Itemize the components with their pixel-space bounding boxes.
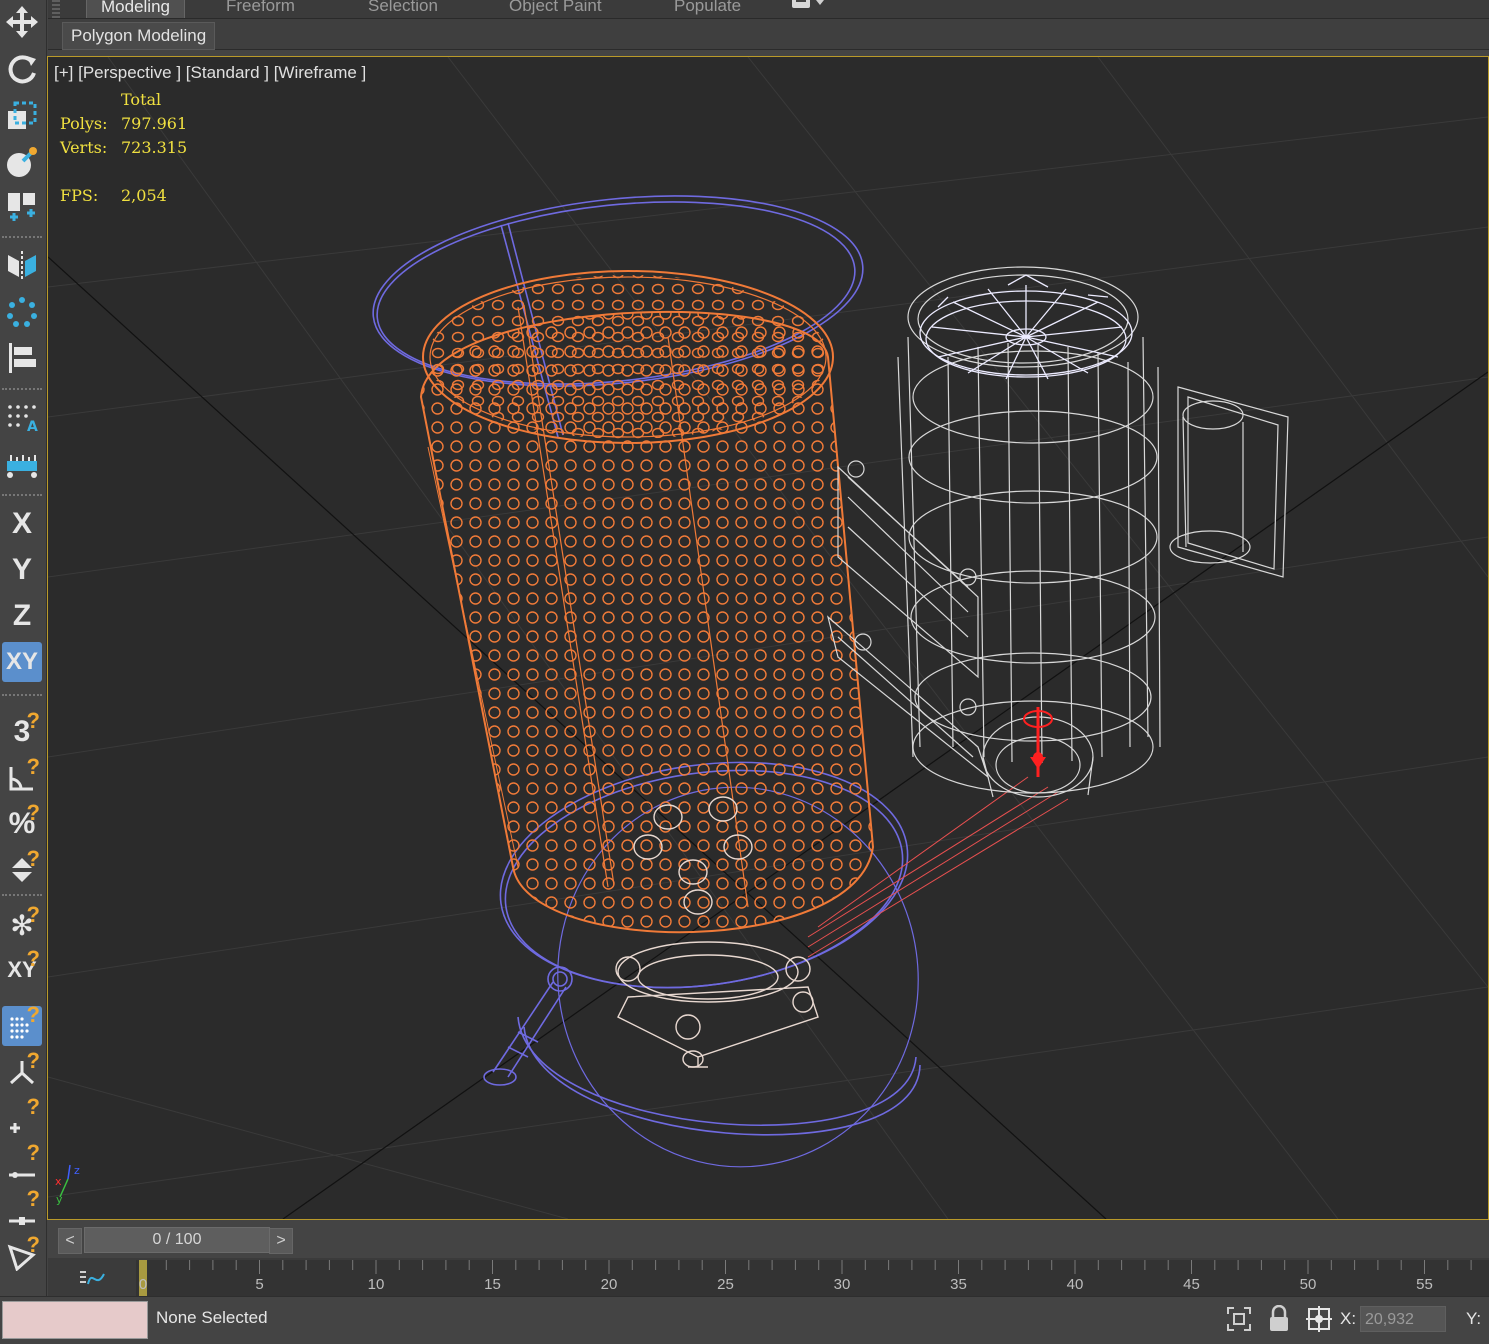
constrain-y-button[interactable]: Y	[2, 550, 42, 590]
timeline-tick-label: 40	[1066, 1276, 1084, 1293]
x-coordinate-field[interactable]: 20,932	[1360, 1306, 1446, 1332]
absolute-mode-icon[interactable]	[1306, 1306, 1332, 1332]
timeline-tick-label: 25	[717, 1276, 734, 1293]
timeline-tick-label: 5	[255, 1276, 264, 1293]
svg-text:x: x	[55, 1175, 62, 1188]
freeze-question-icon: ?	[26, 902, 40, 927]
timeline-tick-label: 35	[950, 1276, 967, 1293]
snap-question-icon: ?	[26, 708, 40, 733]
xy-small-toggle[interactable]: XY?	[2, 946, 42, 990]
fps-label: FPS:	[60, 186, 99, 205]
lock-icon[interactable]	[1268, 1305, 1290, 1333]
toolbar-divider	[2, 236, 42, 238]
verts-label: Verts:	[60, 138, 108, 157]
pivot-snap-toggle[interactable]: ?	[2, 1048, 42, 1092]
timeline-tick-label: 10	[367, 1276, 385, 1293]
y-coordinate-label: Y:	[1466, 1309, 1482, 1328]
midpoint-snap-toggle[interactable]: ?	[2, 1186, 42, 1230]
edge-question-icon: ?	[26, 1140, 40, 1165]
scale-icon[interactable]	[2, 96, 42, 136]
timeline-tick-label: 0	[138, 1276, 148, 1293]
measure-icon[interactable]	[2, 444, 42, 484]
track-timeline[interactable]: 0 5 10 15 20 25 30 35 40 45 50 55	[136, 1260, 1489, 1296]
left-toolbar: A X Y Z XY 3? ? %? ? ✻? XY? ? ? ? ? ? ?	[0, 0, 47, 1300]
timeline-tick-label: 45	[1183, 1276, 1200, 1293]
snaps-grid-icon[interactable]: A	[2, 396, 42, 436]
midpoint-question-icon: ?	[26, 1186, 40, 1211]
mirror-icon[interactable]	[2, 246, 42, 286]
x-coordinate-label: X:	[1340, 1309, 1357, 1328]
ribbon-panel-bar	[48, 19, 1489, 50]
timeline-tick-label: 30	[833, 1276, 851, 1293]
edge-snap-toggle[interactable]: ?	[2, 1140, 42, 1184]
verts-value: 723.315	[121, 138, 188, 157]
face-snap-toggle[interactable]: ?	[2, 1232, 42, 1276]
constrain-z-button[interactable]: Z	[2, 596, 42, 636]
toolbar-divider	[2, 694, 42, 696]
rotate-icon[interactable]	[2, 50, 42, 90]
polys-label: Polys:	[60, 114, 108, 133]
spinner-snap-toggle[interactable]: ?	[2, 846, 42, 890]
spinner-question-icon: ?	[26, 846, 40, 871]
constrain-x-button[interactable]: X	[2, 504, 42, 544]
tab-selection[interactable]: Selection	[368, 0, 438, 17]
svg-text:A: A	[27, 419, 38, 433]
tab-freeform[interactable]: Freeform	[226, 0, 295, 17]
svg-text:z: z	[74, 1164, 80, 1177]
curve-editor-icon[interactable]	[78, 1268, 106, 1290]
selection-status-text: None Selected	[156, 1308, 268, 1327]
polygon-modeling-panel-button[interactable]: Polygon Modeling	[62, 22, 216, 50]
move-icon[interactable]	[2, 2, 42, 42]
isolate-selection-icon[interactable]	[1226, 1306, 1252, 1332]
timeline-tick-label: 55	[1416, 1276, 1433, 1293]
timeline-tick-label: 20	[600, 1276, 618, 1293]
freeze-toggle[interactable]: ✻?	[2, 902, 42, 946]
svg-text:y: y	[56, 1193, 63, 1206]
select-and-link-icon[interactable]	[2, 186, 42, 226]
time-next-button[interactable]: >	[269, 1228, 293, 1254]
toolbar-divider	[2, 494, 42, 496]
polys-value: 797.961	[121, 114, 188, 133]
percent-question-icon: ?	[26, 800, 40, 825]
align-icon[interactable]	[2, 338, 42, 378]
face-question-icon: ?	[26, 1232, 40, 1257]
angle-snap-toggle[interactable]: ?	[2, 754, 42, 798]
ribbon-options-dropdown-icon[interactable]	[790, 0, 826, 12]
place-icon[interactable]	[2, 142, 42, 182]
angle-question-icon: ?	[26, 754, 40, 779]
timeline-tick-label: 50	[1299, 1276, 1317, 1293]
percent-snap-toggle[interactable]: %?	[2, 800, 42, 844]
time-prev-button[interactable]: <	[58, 1228, 82, 1254]
snap-3d-toggle[interactable]: 3?	[2, 708, 42, 752]
tab-populate[interactable]: Populate	[674, 0, 741, 17]
timeline-tick-label: 15	[484, 1276, 501, 1293]
motor-assembly	[826, 266, 1289, 798]
grid-question-icon: ?	[26, 1002, 40, 1027]
ribbon-tab-bar: Modeling Freeform Selection Object Paint…	[48, 0, 1489, 19]
grid-snap-toggle[interactable]: ?	[2, 1002, 42, 1046]
tab-object-paint[interactable]: Object Paint	[509, 0, 602, 17]
constrain-xy-button[interactable]: XY	[2, 642, 42, 682]
drain-pipe	[483, 966, 573, 1086]
axis-tripod-icon: z x y	[55, 1164, 80, 1206]
stats-header: Total	[121, 90, 162, 109]
toolbar-divider	[2, 388, 42, 390]
vertex-snap-toggle[interactable]: ?	[2, 1094, 42, 1138]
vertex-question-icon: ?	[26, 1094, 40, 1119]
track-ticks	[139, 1260, 1472, 1296]
fps-value: 2,054	[121, 186, 167, 205]
perspective-viewport[interactable]: z x y [+] [Perspective ] [Standard ] [Wi…	[47, 56, 1489, 1220]
viewport-label-menu[interactable]: [+] [Perspective ] [Standard ] [Wirefram…	[54, 63, 366, 83]
time-slider-thumb[interactable]: 0 / 100	[84, 1227, 270, 1253]
scene-wireframe[interactable]: z x y	[48, 57, 1488, 1219]
pivot-question-icon: ?	[26, 1048, 40, 1073]
maxscript-listener-field[interactable]	[2, 1301, 148, 1339]
toolbar-divider	[2, 894, 42, 896]
ribbon-grip[interactable]	[52, 0, 60, 18]
perforated-drum	[419, 270, 875, 934]
array-icon[interactable]	[2, 292, 42, 332]
tab-modeling[interactable]: Modeling	[86, 0, 185, 18]
xy-question-icon: ?	[26, 946, 40, 971]
